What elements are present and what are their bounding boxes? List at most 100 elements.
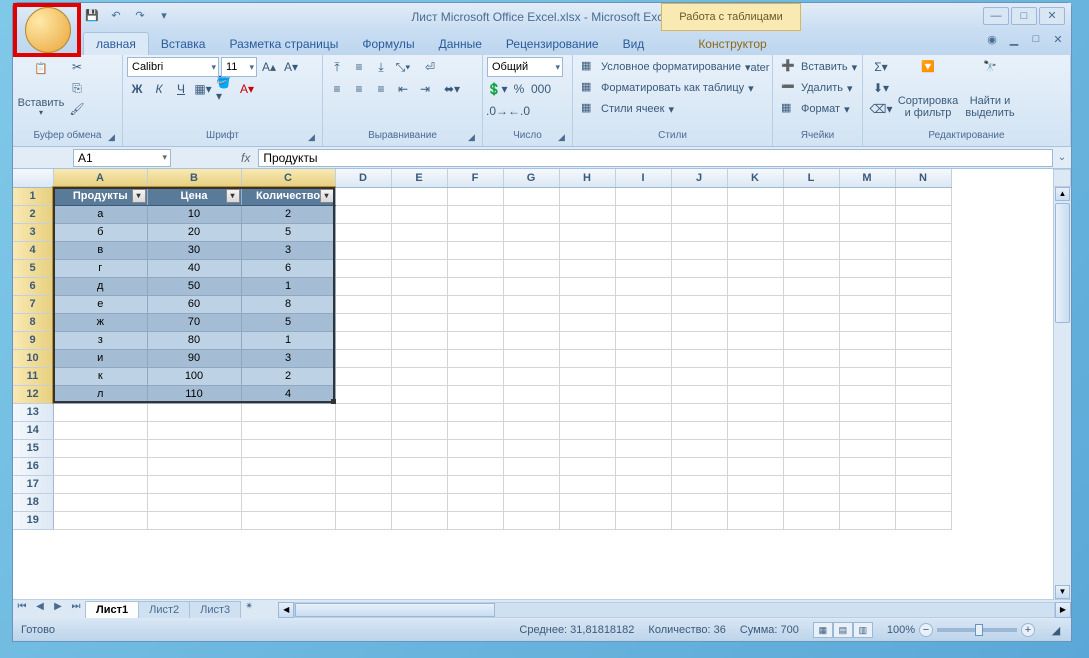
cell-F16[interactable] xyxy=(447,457,503,475)
cell-I11[interactable] xyxy=(615,367,671,385)
cell-D18[interactable] xyxy=(335,493,391,511)
autosum-button[interactable]: Σ▾ xyxy=(867,57,895,77)
normal-view-button[interactable]: ▦ xyxy=(813,622,833,638)
cell-B5[interactable]: 40 xyxy=(147,259,241,277)
cell-M11[interactable] xyxy=(839,367,895,385)
cell-M9[interactable] xyxy=(839,331,895,349)
cell-K16[interactable] xyxy=(727,457,783,475)
cell-M13[interactable] xyxy=(839,403,895,421)
cell-K5[interactable] xyxy=(727,259,783,277)
cell-A16[interactable] xyxy=(53,457,147,475)
row-header-8[interactable]: 8 xyxy=(13,313,53,331)
sheet-tab-3[interactable]: Лист3 xyxy=(189,601,241,618)
cell-G6[interactable] xyxy=(503,277,559,295)
cell-L5[interactable] xyxy=(783,259,839,277)
cell-G16[interactable] xyxy=(503,457,559,475)
scroll-right-button[interactable]: ▶ xyxy=(1055,602,1071,618)
cell-N8[interactable] xyxy=(895,313,951,331)
cell-B18[interactable] xyxy=(147,493,241,511)
row-header-7[interactable]: 7 xyxy=(13,295,53,313)
expand-formula-bar[interactable]: ⌄ xyxy=(1053,152,1071,163)
page-layout-view-button[interactable]: ▤ xyxy=(833,622,853,638)
cell-B13[interactable] xyxy=(147,403,241,421)
cell-B16[interactable] xyxy=(147,457,241,475)
paste-button[interactable]: 📋 Вставить▾ xyxy=(17,57,65,123)
cell-E17[interactable] xyxy=(391,475,447,493)
cell-G4[interactable] xyxy=(503,241,559,259)
cell-L3[interactable] xyxy=(783,223,839,241)
cell-G1[interactable] xyxy=(503,187,559,205)
cell-K7[interactable] xyxy=(727,295,783,313)
horizontal-scrollbar[interactable]: ◀ ▶ xyxy=(278,602,1071,618)
cell-H16[interactable] xyxy=(559,457,615,475)
cell-J6[interactable] xyxy=(671,277,727,295)
cell-N10[interactable] xyxy=(895,349,951,367)
cell-C3[interactable]: 5 xyxy=(241,223,335,241)
cell-D14[interactable] xyxy=(335,421,391,439)
row-header-3[interactable]: 3 xyxy=(13,223,53,241)
clear-button[interactable]: ⌫▾ xyxy=(867,99,895,119)
row-header-5[interactable]: 5 xyxy=(13,259,53,277)
cell-N18[interactable] xyxy=(895,493,951,511)
zoom-out-button[interactable]: − xyxy=(919,623,933,637)
cell-B12[interactable]: 110 xyxy=(147,385,241,403)
cell-L18[interactable] xyxy=(783,493,839,511)
scroll-left-button[interactable]: ◀ xyxy=(278,602,294,618)
cell-B15[interactable] xyxy=(147,439,241,457)
cell-D17[interactable] xyxy=(335,475,391,493)
new-sheet-button[interactable]: ✴ xyxy=(240,601,258,619)
cell-A11[interactable]: к xyxy=(53,367,147,385)
cell-L10[interactable] xyxy=(783,349,839,367)
column-header-F[interactable]: F xyxy=(447,169,503,187)
column-header-H[interactable]: H xyxy=(559,169,615,187)
cell-N13[interactable] xyxy=(895,403,951,421)
cell-G17[interactable] xyxy=(503,475,559,493)
cell-K10[interactable] xyxy=(727,349,783,367)
cell-A1[interactable]: Продукты▾ xyxy=(53,187,147,205)
tab-data[interactable]: Данные xyxy=(427,33,494,55)
cell-N3[interactable] xyxy=(895,223,951,241)
cell-E15[interactable] xyxy=(391,439,447,457)
cell-I12[interactable] xyxy=(615,385,671,403)
cell-J7[interactable] xyxy=(671,295,727,313)
cell-L13[interactable] xyxy=(783,403,839,421)
cell-K13[interactable] xyxy=(727,403,783,421)
cell-B9[interactable]: 80 xyxy=(147,331,241,349)
cell-B17[interactable] xyxy=(147,475,241,493)
cell-styles-button[interactable]: ▦Стили ячеек▾ xyxy=(577,99,678,119)
cell-N2[interactable] xyxy=(895,205,951,223)
cell-D3[interactable] xyxy=(335,223,391,241)
format-as-table-button[interactable]: ▦Форматировать как таблицу▾ xyxy=(577,78,758,98)
cell-A2[interactable]: а xyxy=(53,205,147,223)
cell-B1[interactable]: Цена▾ xyxy=(147,187,241,205)
cell-B8[interactable]: 70 xyxy=(147,313,241,331)
cell-K12[interactable] xyxy=(727,385,783,403)
cell-C15[interactable] xyxy=(241,439,335,457)
cell-F5[interactable] xyxy=(447,259,503,277)
next-sheet-button[interactable]: ▶ xyxy=(49,601,67,619)
page-break-view-button[interactable]: ▥ xyxy=(853,622,873,638)
cell-A14[interactable] xyxy=(53,421,147,439)
cell-M12[interactable] xyxy=(839,385,895,403)
column-header-I[interactable]: I xyxy=(615,169,671,187)
cell-L8[interactable] xyxy=(783,313,839,331)
cell-L11[interactable] xyxy=(783,367,839,385)
cell-K19[interactable] xyxy=(727,511,783,529)
cell-L14[interactable] xyxy=(783,421,839,439)
cell-J19[interactable] xyxy=(671,511,727,529)
scroll-thumb-h[interactable] xyxy=(295,603,495,617)
cell-E7[interactable] xyxy=(391,295,447,313)
cell-J16[interactable] xyxy=(671,457,727,475)
first-sheet-button[interactable]: ⏮ xyxy=(13,601,31,619)
tab-insert[interactable]: Вставка xyxy=(149,33,218,55)
insert-cells-button[interactable]: ➕Вставить▾ xyxy=(777,57,861,77)
cell-C12[interactable]: 4 xyxy=(241,385,335,403)
increase-decimal-button[interactable]: .0→ xyxy=(487,101,507,121)
cell-C9[interactable]: 1 xyxy=(241,331,335,349)
cell-K2[interactable] xyxy=(727,205,783,223)
cell-L15[interactable] xyxy=(783,439,839,457)
cell-H17[interactable] xyxy=(559,475,615,493)
find-select-button[interactable]: 🔭 Найти и выделить xyxy=(961,57,1019,123)
cell-N11[interactable] xyxy=(895,367,951,385)
cell-A17[interactable] xyxy=(53,475,147,493)
